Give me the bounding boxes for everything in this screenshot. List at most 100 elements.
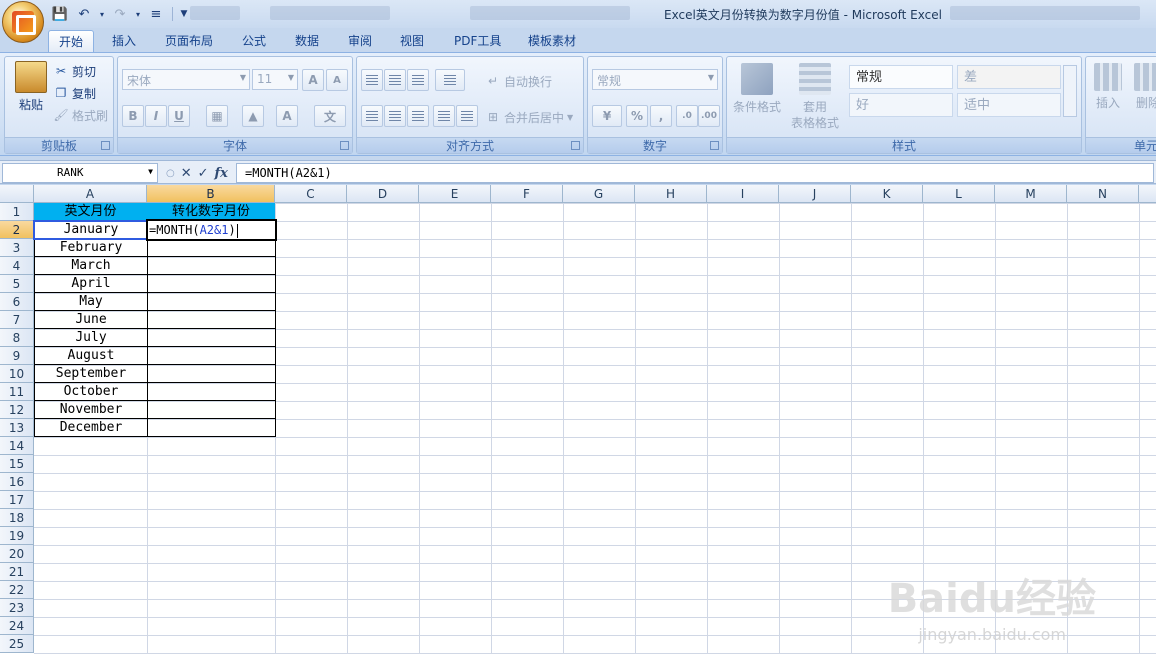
- style-good[interactable]: 好: [849, 93, 953, 117]
- formula-input[interactable]: =MONTH(A2&1): [236, 163, 1154, 183]
- row-header[interactable]: 5: [0, 275, 34, 293]
- table-format-button[interactable]: 套用 表格格式: [785, 63, 845, 131]
- decrease-decimal-icon[interactable]: .00: [698, 105, 720, 127]
- dialog-launcher-icon[interactable]: [571, 141, 580, 150]
- name-box[interactable]: RANK ▼: [2, 163, 158, 183]
- cell-a5[interactable]: April: [34, 275, 148, 293]
- active-cell-editor[interactable]: =MONTH(A2&1): [146, 219, 277, 241]
- italic-button[interactable]: I: [145, 105, 167, 127]
- column-header-n[interactable]: N: [1067, 185, 1139, 203]
- cut-button[interactable]: ✂ 剪切: [53, 61, 96, 81]
- dialog-launcher-icon[interactable]: [101, 141, 110, 150]
- tab-pdf-tools[interactable]: PDF工具: [444, 30, 511, 52]
- style-normal[interactable]: 常规: [849, 65, 953, 89]
- comma-button[interactable]: ,: [650, 105, 672, 127]
- row-header[interactable]: 3: [0, 239, 34, 257]
- cell-b13[interactable]: [147, 419, 276, 437]
- chevron-down-icon[interactable]: ▾: [134, 5, 142, 23]
- cell-a10[interactable]: September: [34, 365, 148, 383]
- column-header-d[interactable]: D: [347, 185, 419, 203]
- column-header-partial[interactable]: [1139, 185, 1156, 203]
- decrease-indent-icon[interactable]: [433, 105, 455, 127]
- select-all-corner[interactable]: [0, 185, 34, 203]
- row-header[interactable]: 1: [0, 203, 34, 221]
- row-header[interactable]: 10: [0, 365, 34, 383]
- cell-a3[interactable]: February: [34, 239, 148, 257]
- column-header-e[interactable]: E: [419, 185, 491, 203]
- cell-a7[interactable]: June: [34, 311, 148, 329]
- font-name-dropdown[interactable]: 宋体 ▼: [122, 69, 250, 90]
- format-painter-button[interactable]: 🖌 格式刷: [53, 105, 108, 125]
- column-header-f[interactable]: F: [491, 185, 563, 203]
- cell-b8[interactable]: [147, 329, 276, 347]
- merge-center-button[interactable]: ⊞ 合并后居中 ▼: [485, 107, 573, 127]
- tab-data[interactable]: 数据: [285, 30, 329, 52]
- cell-a6[interactable]: May: [34, 293, 148, 311]
- tab-view[interactable]: 视图: [390, 30, 434, 52]
- bold-button[interactable]: B: [122, 105, 144, 127]
- insert-function-button[interactable]: fx: [215, 166, 228, 181]
- currency-icon[interactable]: ¥: [592, 105, 622, 127]
- sort-icon[interactable]: ≡: [146, 5, 166, 23]
- shrink-font-button[interactable]: A: [326, 69, 348, 91]
- row-header[interactable]: 18: [0, 509, 34, 527]
- style-bad[interactable]: 差: [957, 65, 1061, 89]
- align-middle-icon[interactable]: [384, 69, 406, 91]
- cell-a13[interactable]: December: [34, 419, 148, 437]
- row-header[interactable]: 21: [0, 563, 34, 581]
- row-header[interactable]: 9: [0, 347, 34, 365]
- align-right-icon[interactable]: [407, 105, 429, 127]
- cell-a8[interactable]: July: [34, 329, 148, 347]
- row-header[interactable]: 22: [0, 581, 34, 599]
- tab-page-layout[interactable]: 页面布局: [155, 30, 223, 52]
- dialog-launcher-icon[interactable]: [340, 141, 349, 150]
- align-top-icon[interactable]: [361, 69, 383, 91]
- cell-b11[interactable]: [147, 383, 276, 401]
- increase-decimal-icon[interactable]: .0: [676, 105, 698, 127]
- style-neutral[interactable]: 适中: [957, 93, 1061, 117]
- column-header-l[interactable]: L: [923, 185, 995, 203]
- row-header[interactable]: 7: [0, 311, 34, 329]
- align-bottom-icon[interactable]: [407, 69, 429, 91]
- font-color-icon[interactable]: A: [276, 105, 298, 127]
- align-center-icon[interactable]: [384, 105, 406, 127]
- row-header[interactable]: 23: [0, 599, 34, 617]
- align-left-icon[interactable]: [361, 105, 383, 127]
- copy-button[interactable]: ❐ 复制: [53, 83, 96, 103]
- wrap-text-button[interactable]: ↵ 自动换行: [485, 71, 552, 91]
- save-icon[interactable]: 💾: [50, 5, 70, 23]
- cell-b10[interactable]: [147, 365, 276, 383]
- row-header[interactable]: 12: [0, 401, 34, 419]
- column-header-h[interactable]: H: [635, 185, 707, 203]
- column-header-i[interactable]: I: [707, 185, 779, 203]
- row-header[interactable]: 19: [0, 527, 34, 545]
- row-header[interactable]: 20: [0, 545, 34, 563]
- styles-scrollbar[interactable]: [1063, 65, 1077, 117]
- tab-review[interactable]: 审阅: [338, 30, 382, 52]
- row-header[interactable]: 6: [0, 293, 34, 311]
- cell-b3[interactable]: [147, 239, 276, 257]
- row-header[interactable]: 25: [0, 635, 34, 653]
- tab-templates[interactable]: 模板素材: [518, 30, 586, 52]
- font-size-dropdown[interactable]: 11 ▼: [252, 69, 298, 90]
- underline-button[interactable]: U: [168, 105, 190, 127]
- tab-home[interactable]: 开始: [48, 30, 95, 52]
- cell-b5[interactable]: [147, 275, 276, 293]
- orientation-icon[interactable]: [435, 69, 465, 91]
- undo-icon[interactable]: ↶: [74, 5, 94, 23]
- cancel-icon[interactable]: ✕: [181, 166, 192, 181]
- row-header[interactable]: 24: [0, 617, 34, 635]
- row-header[interactable]: 16: [0, 473, 34, 491]
- cell-b6[interactable]: [147, 293, 276, 311]
- cell-b4[interactable]: [147, 257, 276, 275]
- cell-a4[interactable]: March: [34, 257, 148, 275]
- delete-cells-button[interactable]: 删除: [1130, 63, 1156, 111]
- row-header[interactable]: 17: [0, 491, 34, 509]
- number-format-dropdown[interactable]: 常规 ▼: [592, 69, 718, 90]
- row-header[interactable]: 14: [0, 437, 34, 455]
- fill-color-icon[interactable]: ▲: [242, 105, 264, 127]
- insert-cells-button[interactable]: 插入: [1090, 63, 1126, 111]
- cell-b7[interactable]: [147, 311, 276, 329]
- cell-b12[interactable]: [147, 401, 276, 419]
- redo-icon[interactable]: ↷: [110, 5, 130, 23]
